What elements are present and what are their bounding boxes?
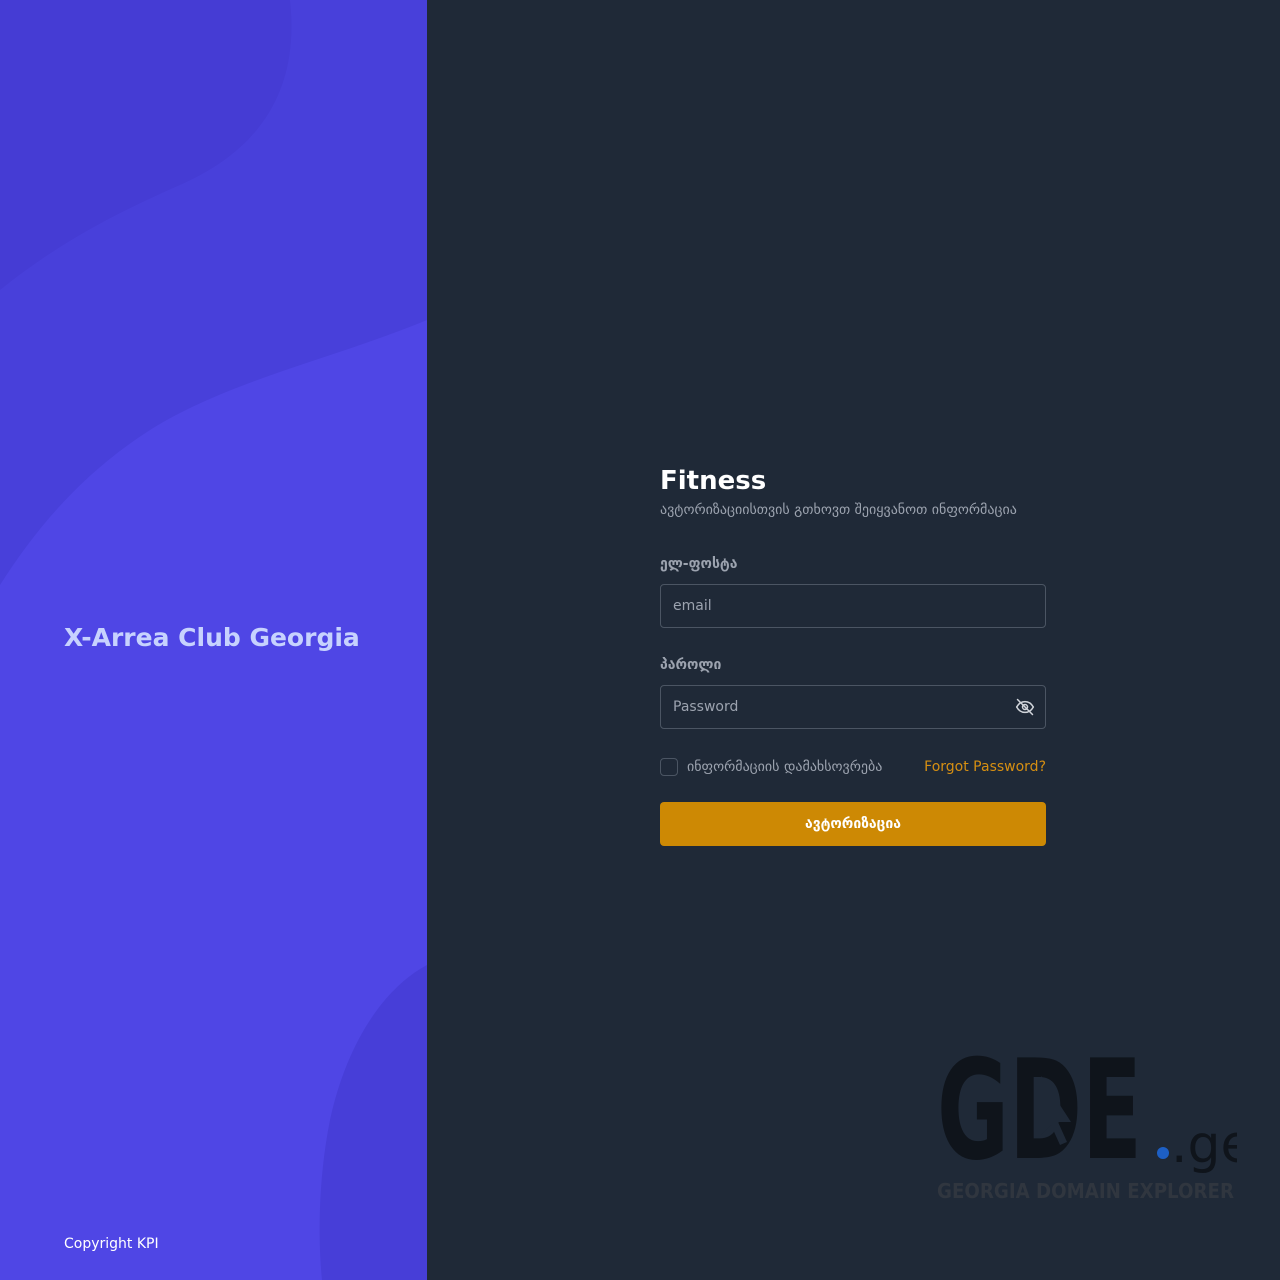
email-input[interactable] xyxy=(661,585,1045,627)
brand-name: X-Arrea Club Georgia xyxy=(64,623,360,652)
watermark-suffix: .ge xyxy=(1171,1115,1237,1175)
password-input[interactable] xyxy=(661,686,1045,728)
watermark-logo-text: GDE xyxy=(937,1036,1142,1191)
remember-me: ინფორმაციის დამახსოვრება xyxy=(660,758,882,776)
form-options-row: ინფორმაციის დამახსოვრება Forgot Password… xyxy=(660,756,1046,778)
remember-checkbox[interactable] xyxy=(660,758,678,776)
login-form: Fitness ავტორიზაციისთვის გთხოვთ შეიყვანო… xyxy=(660,465,1046,846)
login-subtitle: ავტორიზაციისთვის გთხოვთ შეიყვანოთ ინფორმ… xyxy=(660,502,1017,518)
remember-label: ინფორმაციის დამახსოვრება xyxy=(687,759,883,775)
login-page: X-Arrea Club Georgia Copyright KPI Fitne… xyxy=(0,0,1280,1280)
login-panel: Fitness ავტორიზაციისთვის გთხოვთ შეიყვანო… xyxy=(427,0,1280,1280)
brand-panel: X-Arrea Club Georgia Copyright KPI xyxy=(0,0,427,1280)
login-button[interactable]: ავტორიზაცია xyxy=(660,802,1046,846)
gde-watermark-logo: GDE .ge GEORGIA DOMAIN EXPLORER xyxy=(937,1036,1237,1203)
email-label: ელ-ფოსტა xyxy=(660,556,738,572)
email-field-box xyxy=(660,584,1046,628)
eye-slash-icon[interactable] xyxy=(1015,697,1035,717)
copyright-text: Copyright KPI xyxy=(64,1236,159,1252)
watermark-tagline: GEORGIA DOMAIN EXPLORER xyxy=(937,1179,1234,1203)
password-label: პაროლი xyxy=(660,657,722,673)
forgot-password-link[interactable]: Forgot Password? xyxy=(924,759,1046,775)
password-field-box xyxy=(660,685,1046,729)
login-title: Fitness xyxy=(660,466,767,496)
